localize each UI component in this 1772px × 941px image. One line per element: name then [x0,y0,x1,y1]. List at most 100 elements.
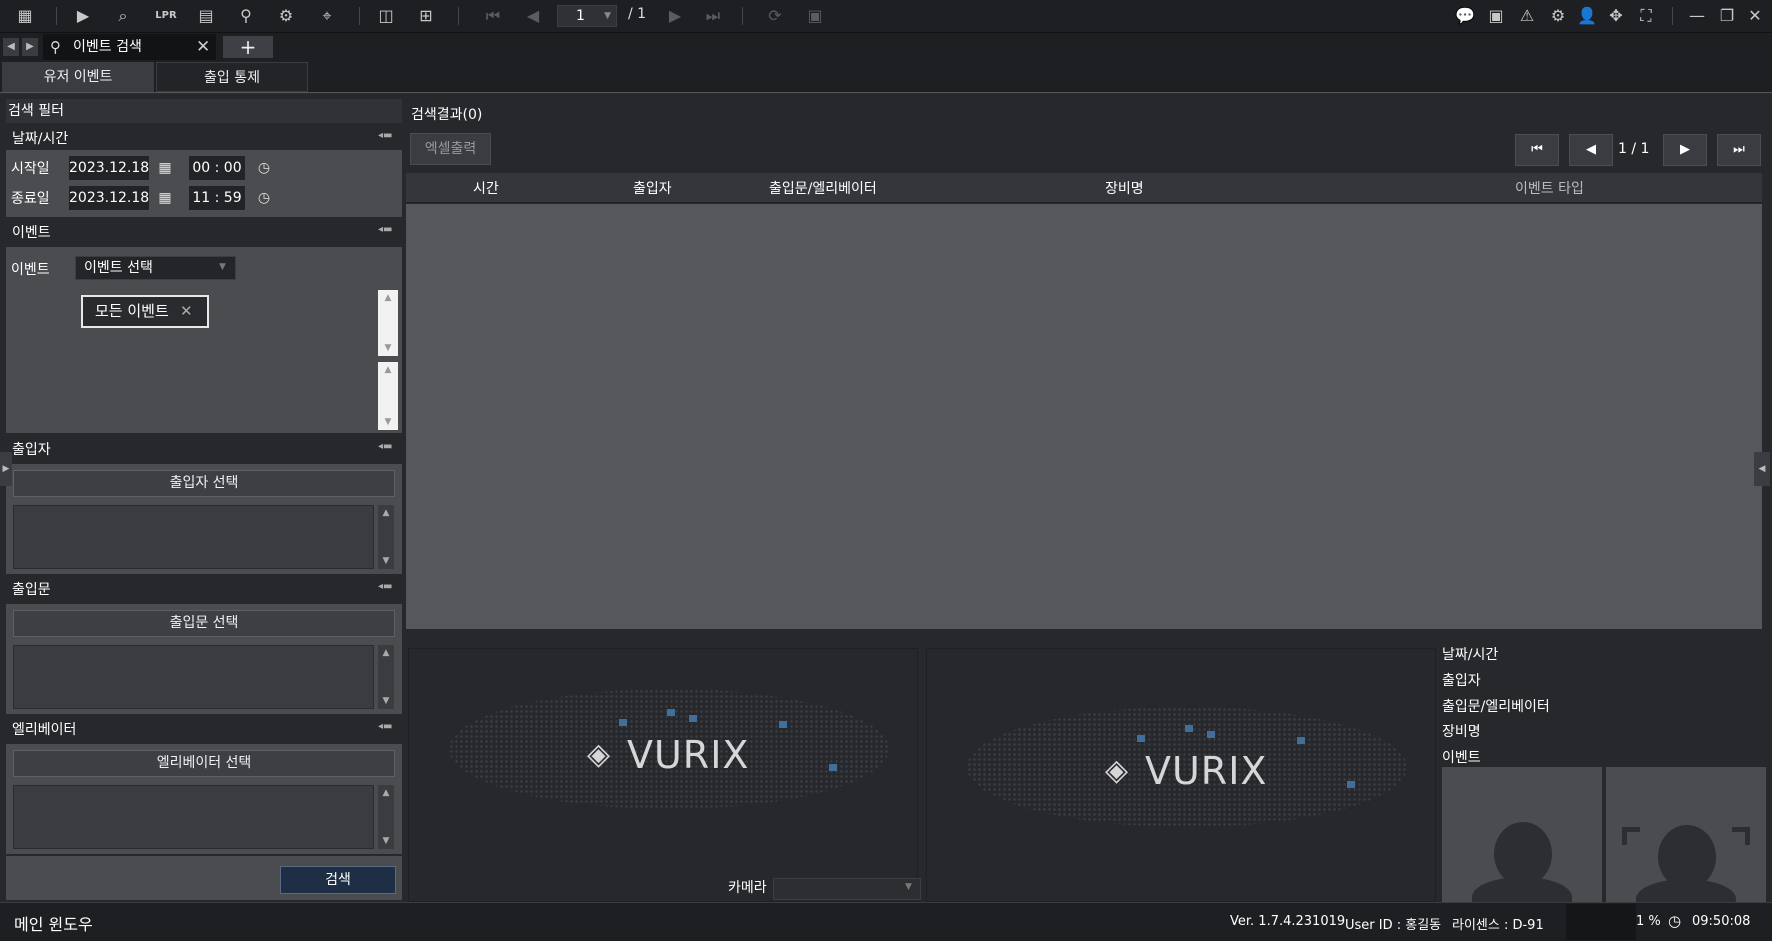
prev-page-icon[interactable]: ◀ [520,5,546,27]
excel-export-button[interactable]: 엑셀출력 [410,133,491,165]
person-section-header[interactable]: ◂▬ [6,436,402,460]
select-door-button[interactable]: 출입문 선택 [13,610,395,637]
camera-view-2[interactable]: ◈ VURIX [926,648,1436,902]
last-page-icon[interactable]: ⏭ [700,5,726,27]
collapse-icon[interactable]: ◂▬ [378,131,392,141]
map-pin-icon [829,764,837,771]
fullscreen-icon[interactable]: ⛶ [1633,5,1659,27]
scroll-up-icon[interactable]: ▲ [378,787,394,799]
end-time-field[interactable]: 11 : 59 [189,186,245,210]
collapse-icon[interactable]: ◂▬ [378,722,392,732]
monitor-settings-icon[interactable]: ▣ [1483,5,1509,27]
first-page-button[interactable]: ⏮ [1515,134,1559,166]
scroll-up-icon[interactable]: ▲ [378,507,394,519]
elevator-list-scrollbar[interactable]: ▲ ▼ [378,785,394,849]
scroll-up-icon[interactable]: ▲ [378,292,398,304]
scroll-down-icon[interactable]: ▼ [378,555,394,567]
face-frame-corner [1732,827,1750,845]
column-header-device[interactable]: 장비명 [1105,178,1144,198]
column-header-person[interactable]: 출입자 [633,178,672,198]
event-log-icon[interactable]: ▤ [193,5,219,27]
scroll-down-icon[interactable]: ▼ [378,835,394,847]
map-pin-icon [1137,735,1145,742]
tab-close-icon[interactable]: ✕ [196,34,210,60]
page-number-input[interactable]: 1 ▼ [557,5,617,27]
column-header-event-type[interactable]: 이벤트 타입 [1515,178,1584,198]
restore-icon[interactable]: ❐ [1714,5,1740,27]
start-time-field[interactable]: 00 : 00 [189,156,245,180]
person-list-scrollbar[interactable]: ▲ ▼ [378,505,394,569]
person-search-icon[interactable]: ⚲ [233,5,259,27]
add-tab-button[interactable]: + [223,36,273,58]
minimize-icon[interactable]: — [1684,5,1710,27]
collapse-icon[interactable]: ◂▬ [378,582,392,592]
results-table-body[interactable] [406,204,1762,629]
next-page-button[interactable]: ▶ [1663,134,1707,166]
map-search-icon[interactable]: ⌖ [314,5,340,27]
event-scrollbar-lower[interactable]: ▲ ▼ [378,362,398,430]
cpu-usage-graph [1566,904,1636,940]
person-list[interactable] [13,505,374,569]
tab-event-search[interactable]: 이벤트 검색 [43,34,216,60]
scroll-down-icon[interactable]: ▼ [378,416,398,428]
last-page-button[interactable]: ⏭ [1717,134,1761,166]
door-section-header[interactable]: ◂▬ [6,576,402,600]
calendar-icon[interactable]: ▦ [157,190,173,206]
scroll-down-icon[interactable]: ▼ [378,342,398,354]
camera-view-1[interactable]: ◈ VURIX [408,648,918,902]
camera-select-dropdown[interactable] [773,878,921,900]
playback-search-icon[interactable]: ⌕ [110,5,136,27]
close-icon[interactable]: ✕ [1742,5,1768,27]
info-label-person: 출입자 [1442,673,1481,689]
clock-icon[interactable]: ◷ [256,160,272,176]
column-header-door-elevator[interactable]: 출입문/엘리베이터 [769,178,877,198]
prev-page-button[interactable]: ◀ [1569,134,1613,166]
vehicle-search-icon[interactable]: ⚙ [273,5,299,27]
scroll-down-icon[interactable]: ▼ [378,695,394,707]
info-label-door-elevator: 출입문/엘리베이터 [1442,699,1550,715]
first-page-icon[interactable]: ⏮ [480,5,506,27]
move-icon[interactable]: ✥ [1603,5,1629,27]
calendar-icon[interactable]: ▦ [157,160,173,176]
tab-scroll-left-icon[interactable]: ◀ [3,38,19,56]
end-date-field[interactable]: 2023.12.18 [69,186,149,210]
select-elevator-button[interactable]: 엘리베이터 선택 [13,750,395,777]
next-page-icon[interactable]: ▶ [662,5,688,27]
refresh-icon[interactable]: ⟳ [762,5,788,27]
door-section-title: 출입문 [12,582,51,598]
event-select-dropdown[interactable]: 이벤트 선택 [75,256,236,280]
schedule-icon[interactable]: ▣ [802,5,828,27]
collapse-icon[interactable]: ◂▬ [378,442,392,452]
right-panel-toggle-icon[interactable]: ◀ [1754,452,1770,486]
scroll-up-icon[interactable]: ▲ [378,364,398,376]
gear-icon[interactable]: ⚙ [1545,5,1571,27]
tab-access-control[interactable]: 출입 통제 [156,62,308,92]
left-panel-toggle-icon[interactable]: ▶ [0,452,12,486]
close-icon[interactable]: ✕ [180,302,193,320]
layout-icon[interactable]: ◫ [373,5,399,27]
lpr-icon[interactable]: LPR [153,5,179,27]
search-button[interactable]: 검색 [280,866,396,894]
app-grid-icon[interactable]: ▦ [12,5,38,27]
user-icon[interactable]: 👤 [1574,5,1600,27]
vurix-logo-text: VURIX [1145,749,1268,793]
collapse-icon[interactable]: ◂▬ [378,225,392,235]
live-play-icon[interactable]: ▶ [70,5,96,27]
tab-scroll-right-icon[interactable]: ▶ [22,38,38,56]
chat-icon[interactable]: 💬 [1452,5,1478,27]
event-scrollbar-upper[interactable]: ▲ ▼ [378,290,398,356]
scroll-up-icon[interactable]: ▲ [378,647,394,659]
event-label: 이벤트 [11,262,50,278]
column-header-time[interactable]: 시간 [473,178,499,198]
start-date-field[interactable]: 2023.12.18 [69,156,149,180]
elevator-list[interactable] [13,785,374,849]
event-section-header[interactable]: ◂▬ [6,219,402,243]
clock-icon[interactable]: ◷ [256,190,272,206]
tab-user-event[interactable]: 유저 이벤트 [2,62,154,92]
door-list-scrollbar[interactable]: ▲ ▼ [378,645,394,709]
filter-title-bar [6,99,402,123]
add-screen-icon[interactable]: ⊞ [413,5,439,27]
alarm-icon[interactable]: ⚠ [1514,5,1540,27]
select-person-button[interactable]: 출입자 선택 [13,470,395,497]
door-list[interactable] [13,645,374,709]
